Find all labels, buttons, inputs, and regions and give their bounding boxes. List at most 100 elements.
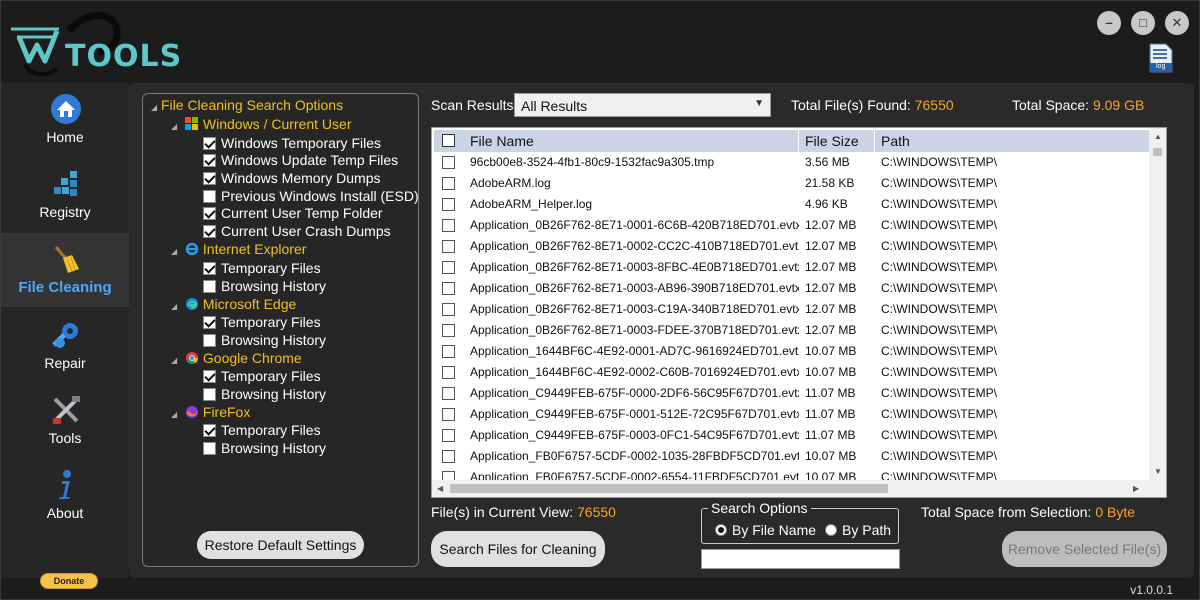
table-row[interactable]: Application_C9449FEB-675F-0001-512E-72C9… xyxy=(434,404,1150,425)
radio-button[interactable] xyxy=(715,524,727,536)
option-firefox-temp[interactable]: Temporary Files xyxy=(203,422,321,438)
select-all-checkbox[interactable] xyxy=(442,134,455,147)
row-checkbox[interactable] xyxy=(442,198,455,211)
row-checkbox[interactable] xyxy=(442,219,455,232)
minimize-button[interactable]: – xyxy=(1097,11,1121,35)
table-row[interactable]: Application_C9449FEB-675F-0000-2DF6-56C9… xyxy=(434,383,1150,404)
vertical-scroll-thumb[interactable] xyxy=(1153,148,1162,156)
scroll-right-arrow-icon[interactable]: ▶ xyxy=(1133,484,1139,493)
table-row[interactable]: Application_C9449FEB-675F-0003-0FC1-54C9… xyxy=(434,425,1150,446)
row-checkbox[interactable] xyxy=(442,429,455,442)
column-path[interactable]: Path xyxy=(875,130,1150,152)
row-checkbox[interactable] xyxy=(442,261,455,274)
checkbox[interactable] xyxy=(203,424,216,437)
log-file-icon[interactable]: log xyxy=(1148,43,1174,73)
group-google-chrome[interactable]: ◢ Google Chrome xyxy=(171,350,302,366)
cell-file-name: Application_0B26F762-8E71-0003-AB96-390B… xyxy=(470,281,799,295)
nav-repair[interactable]: Repair xyxy=(1,309,129,383)
column-file-size[interactable]: File Size xyxy=(799,130,875,152)
cell-path: C:\WINDOWS\TEMP\ xyxy=(881,302,997,316)
checkbox[interactable] xyxy=(203,388,216,401)
row-checkbox[interactable] xyxy=(442,450,455,463)
horizontal-scrollbar[interactable]: ◀ ▶ xyxy=(432,480,1166,497)
scroll-up-arrow-icon[interactable]: ▲ xyxy=(1154,132,1162,141)
row-checkbox[interactable] xyxy=(442,345,455,358)
table-row[interactable]: Application_FB0F6757-5CDF-0002-1035-28FB… xyxy=(434,446,1150,467)
row-checkbox[interactable] xyxy=(442,366,455,379)
search-input[interactable] xyxy=(701,549,900,569)
search-files-button[interactable]: Search Files for Cleaning xyxy=(431,531,605,567)
table-row[interactable]: AdobeARM.log 21.58 KB C:\WINDOWS\TEMP\ xyxy=(434,173,1150,194)
restore-defaults-button[interactable]: Restore Default Settings xyxy=(197,531,364,559)
radio-button[interactable] xyxy=(825,524,837,536)
row-checkbox[interactable] xyxy=(442,387,455,400)
option-crash-dumps[interactable]: Current User Crash Dumps xyxy=(203,223,391,239)
option-memory-dumps[interactable]: Windows Memory Dumps xyxy=(203,170,380,186)
checkbox[interactable] xyxy=(203,334,216,347)
options-title[interactable]: ◢ File Cleaning Search Options xyxy=(151,97,343,113)
option-ie-temp[interactable]: Temporary Files xyxy=(203,260,321,276)
option-windows-temp[interactable]: Windows Temporary Files xyxy=(203,135,381,151)
maximize-button[interactable]: □ xyxy=(1131,11,1155,35)
checkbox[interactable] xyxy=(203,154,216,167)
selection-space-value: 0 Byte xyxy=(1095,504,1136,520)
row-checkbox[interactable] xyxy=(442,324,455,337)
column-file-name[interactable]: File Name xyxy=(464,130,799,152)
group-windows[interactable]: ◢ Windows / Current User xyxy=(171,116,351,132)
row-checkbox[interactable] xyxy=(442,240,455,253)
checkbox[interactable] xyxy=(203,190,216,203)
close-button[interactable]: ✕ xyxy=(1165,11,1189,35)
nav-tools[interactable]: Tools xyxy=(1,384,129,458)
table-row[interactable]: Application_0B26F762-8E71-0001-6C6B-420B… xyxy=(434,215,1150,236)
checkbox[interactable] xyxy=(203,370,216,383)
nav-about[interactable]: About xyxy=(1,459,129,533)
row-checkbox[interactable] xyxy=(442,303,455,316)
scroll-down-arrow-icon[interactable]: ▼ xyxy=(1154,467,1162,476)
remove-selected-button[interactable]: Remove Selected File(s) xyxy=(1002,531,1167,567)
checkbox[interactable] xyxy=(203,172,216,185)
table-row[interactable]: Application_0B26F762-8E71-0003-C19A-340B… xyxy=(434,299,1150,320)
group-internet-explorer[interactable]: ◢ Internet Explorer xyxy=(171,241,306,257)
vertical-scrollbar[interactable]: ▲ ▼ xyxy=(1149,128,1166,480)
table-row[interactable]: Application_0B26F762-8E71-0002-CC2C-410B… xyxy=(434,236,1150,257)
chrome-icon xyxy=(185,352,198,365)
option-windows-update-temp[interactable]: Windows Update Temp Files xyxy=(203,152,398,168)
table-row[interactable]: Application_1644BF6C-4E92-0002-C60B-7016… xyxy=(434,362,1150,383)
nav-file-cleaning[interactable]: File Cleaning xyxy=(1,233,129,307)
horizontal-scroll-thumb[interactable] xyxy=(450,484,888,493)
checkbox[interactable] xyxy=(203,316,216,329)
group-firefox[interactable]: ◢ FireFox xyxy=(171,404,250,420)
option-chrome-temp[interactable]: Temporary Files xyxy=(203,368,321,384)
radio-by-path[interactable]: By Path xyxy=(825,522,891,538)
table-row[interactable]: Application_0B26F762-8E71-0003-AB96-390B… xyxy=(434,278,1150,299)
checkbox[interactable] xyxy=(203,280,216,293)
table-row[interactable]: Application_0B26F762-8E71-0003-FDEE-370B… xyxy=(434,320,1150,341)
group-microsoft-edge[interactable]: ◢ Microsoft Edge xyxy=(171,296,296,312)
nav-home[interactable]: Home xyxy=(1,83,129,157)
results-filter-select[interactable]: All Results ▼ xyxy=(514,93,771,117)
table-row[interactable]: 96cb00e8-3524-4fb1-80c9-1532fac9a305.tmp… xyxy=(434,152,1150,173)
table-row[interactable]: Application_0B26F762-8E71-0003-8FBC-4E0B… xyxy=(434,257,1150,278)
table-row[interactable]: Application_1644BF6C-4E92-0001-AD7C-9616… xyxy=(434,341,1150,362)
option-user-temp[interactable]: Current User Temp Folder xyxy=(203,205,383,221)
option-edge-temp[interactable]: Temporary Files xyxy=(203,314,321,330)
donate-button[interactable]: Donate xyxy=(40,573,98,589)
row-checkbox[interactable] xyxy=(442,156,455,169)
radio-by-file-name[interactable]: By File Name xyxy=(715,522,816,538)
checkbox[interactable] xyxy=(203,137,216,150)
nav-registry[interactable]: Registry xyxy=(1,158,129,232)
option-firefox-history[interactable]: Browsing History xyxy=(203,440,326,456)
option-edge-history[interactable]: Browsing History xyxy=(203,332,326,348)
table-row[interactable]: AdobeARM_Helper.log 4.96 KB C:\WINDOWS\TEM… xyxy=(434,194,1150,215)
checkbox[interactable] xyxy=(203,442,216,455)
row-checkbox[interactable] xyxy=(442,408,455,421)
row-checkbox[interactable] xyxy=(442,282,455,295)
option-chrome-history[interactable]: Browsing History xyxy=(203,386,326,402)
checkbox[interactable] xyxy=(203,262,216,275)
row-checkbox[interactable] xyxy=(442,177,455,190)
option-previous-install[interactable]: Previous Windows Install (ESD) xyxy=(203,188,419,204)
scroll-left-arrow-icon[interactable]: ◀ xyxy=(437,484,443,493)
checkbox[interactable] xyxy=(203,207,216,220)
checkbox[interactable] xyxy=(203,225,216,238)
option-ie-history[interactable]: Browsing History xyxy=(203,278,326,294)
